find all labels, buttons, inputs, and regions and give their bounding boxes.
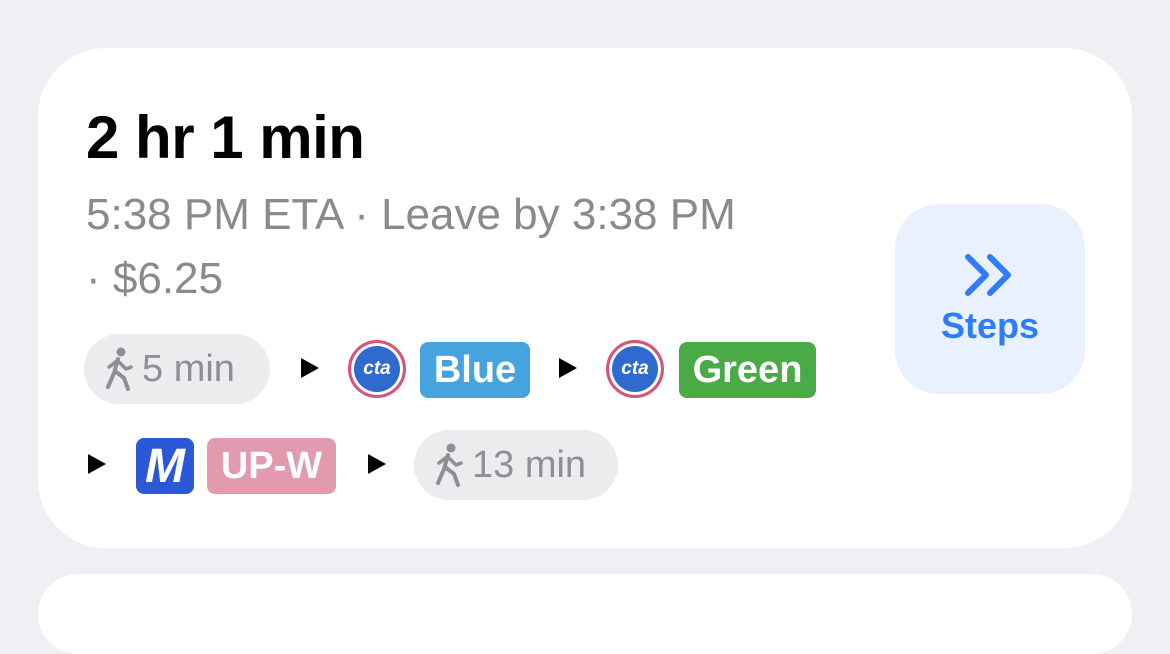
arrow-right-icon <box>88 454 106 474</box>
green-line-badge: Green <box>679 342 816 398</box>
blue-line-badge: Blue <box>420 342 530 398</box>
chevron-double-right-icon <box>965 254 1011 296</box>
walk-start-pill: 5 min <box>84 334 270 404</box>
trip-fare: · $6.25 <box>86 254 223 303</box>
metra-logo-text: M <box>145 439 185 493</box>
trip-eta: 5:38 PM ETA · Leave by 3:38 PM <box>86 190 736 239</box>
trip-duration: 2 hr 1 min <box>86 104 365 171</box>
up-w-line-badge: UP-W <box>207 438 336 494</box>
blue-line-label: Blue <box>433 348 517 391</box>
arrow-right-icon <box>368 454 386 474</box>
metra-logo: M <box>136 438 194 494</box>
walk-start-time: 5 min <box>142 347 235 390</box>
walk-end-pill: 13 min <box>414 430 618 500</box>
next-route-card[interactable] <box>38 574 1132 654</box>
cta-logo-text: cta <box>621 358 649 379</box>
walk-end-time: 13 min <box>472 443 587 486</box>
cta-logo: cta <box>348 340 406 398</box>
cta-logo: cta <box>606 340 664 398</box>
route-card[interactable]: 2 hr 1 min 5:38 PM ETA · Leave by 3:38 P… <box>38 48 1132 548</box>
walking-icon <box>436 443 463 487</box>
steps-label: Steps <box>940 305 1040 346</box>
walking-icon <box>106 347 133 391</box>
cta-logo-text: cta <box>363 358 391 379</box>
green-line-label: Green <box>692 348 803 391</box>
route-steps-row-2: M UP-W 13 min <box>38 430 1132 502</box>
up-w-line-label: UP-W <box>220 444 323 487</box>
arrow-right-icon <box>559 358 577 378</box>
arrow-right-icon <box>301 358 319 378</box>
steps-button[interactable]: Steps <box>895 204 1085 394</box>
